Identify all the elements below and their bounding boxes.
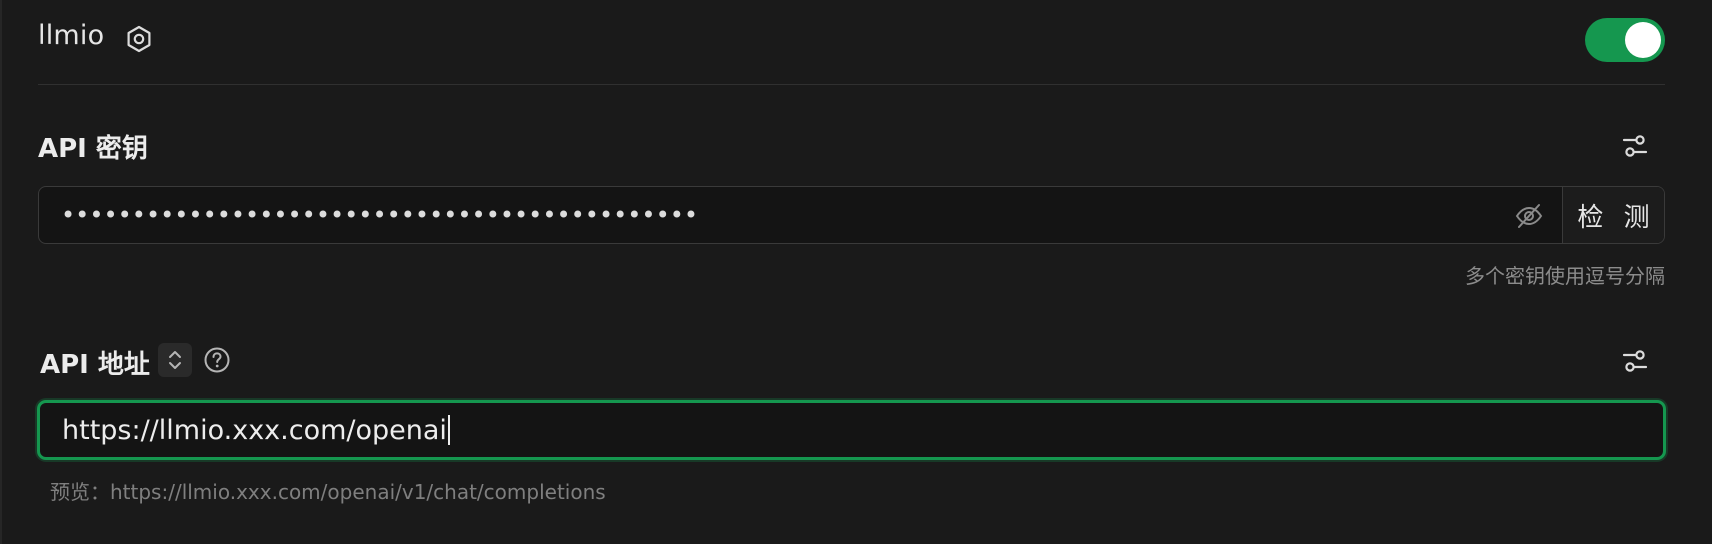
sliders-icon[interactable]: [1620, 346, 1650, 376]
preview-url: https://llmio.xxx.com/openai/v1/chat/com…: [110, 480, 606, 504]
api-address-preview: 预览：https://llmio.xxx.com/openai/v1/chat/…: [50, 476, 606, 505]
preview-label: 预览：: [50, 480, 110, 504]
question-circle-icon[interactable]: [203, 346, 231, 374]
chevron-up-down-icon[interactable]: [158, 343, 192, 377]
api-key-input[interactable]: ••••••••••••••••••••••••••••••••••••••••…: [39, 187, 1562, 243]
check-key-button[interactable]: 检 测: [1562, 187, 1664, 243]
api-address-value: https://llmio.xxx.com/openai: [62, 415, 450, 447]
api-address-title: API 地址: [40, 350, 150, 380]
api-key-masked-value: ••••••••••••••••••••••••••••••••••••••••…: [61, 201, 699, 229]
panel-left-border: [0, 0, 2, 544]
sliders-icon[interactable]: [1620, 131, 1650, 161]
toggle-knob: [1625, 22, 1661, 58]
hexagon-settings-icon[interactable]: [124, 24, 154, 54]
api-key-hint: 多个密钥使用逗号分隔: [1465, 264, 1665, 288]
eye-off-icon[interactable]: [1514, 201, 1544, 231]
api-address-input[interactable]: https://llmio.xxx.com/openai: [37, 400, 1666, 460]
provider-header: llmio: [38, 0, 1665, 85]
api-key-title: API 密钥: [38, 134, 148, 164]
provider-name: llmio: [38, 20, 105, 51]
api-key-field-group: ••••••••••••••••••••••••••••••••••••••••…: [38, 186, 1665, 244]
text-caret: [447, 415, 450, 445]
provider-enabled-toggle[interactable]: [1585, 18, 1665, 62]
